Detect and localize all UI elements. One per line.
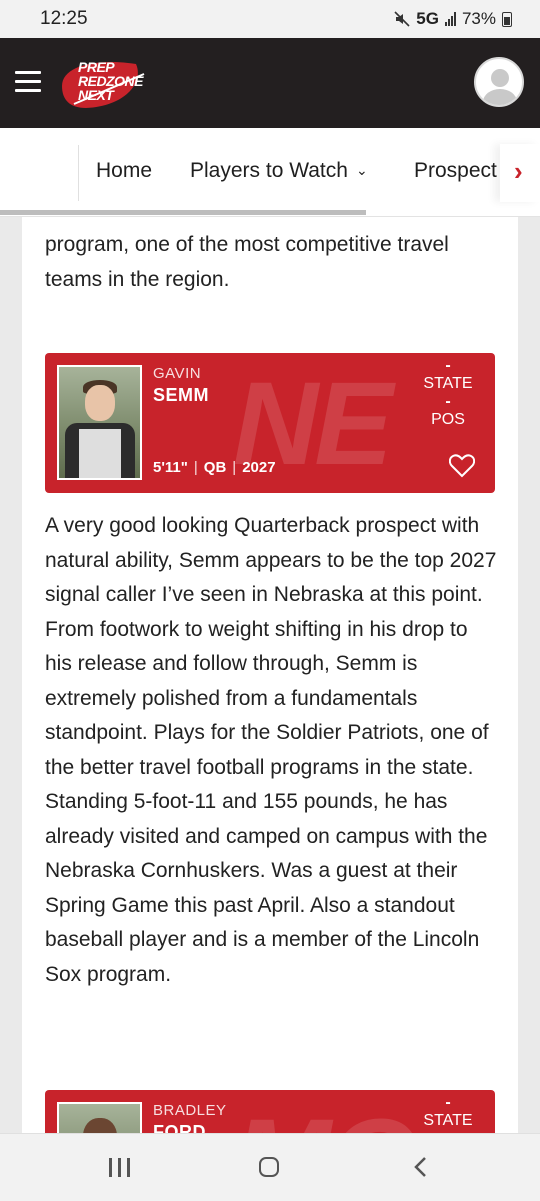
player-class: 2027 [242, 459, 276, 476]
status-bar: 12:25 5G 73% [0, 0, 540, 38]
intro-paragraph: program, one of the most competitive tra… [45, 233, 449, 291]
site-logo[interactable]: PREP REDZONE NEXT [56, 56, 148, 112]
player-first-name: BRADLEY [153, 1102, 227, 1119]
nav-item-players-to-watch[interactable]: Players to Watch ⌄ [190, 159, 368, 183]
logo-text: PREP REDZONE NEXT [78, 59, 143, 103]
player-height: 5'11" [153, 459, 188, 476]
chevron-down-icon: ⌄ [355, 162, 368, 178]
player-rank-info: - STATE - POS [413, 357, 483, 429]
battery-icon [502, 11, 512, 27]
player-last-name[interactable]: SEMM [153, 385, 209, 406]
recent-apps-icon[interactable] [109, 1158, 131, 1177]
nav-divider [78, 145, 79, 201]
article-content: program, one of the most competitive tra… [22, 217, 518, 1133]
state-rank-value: - [445, 1094, 451, 1111]
player-meta: 5'11" | QB | 2027 [153, 459, 276, 476]
state-rank-label: STATE [423, 1112, 473, 1129]
network-type: 5G [416, 9, 439, 28]
status-time: 12:25 [40, 8, 88, 29]
pos-rank-value: - [445, 393, 451, 410]
nav-item-prospect[interactable]: Prospect [414, 159, 502, 183]
mute-icon [394, 11, 410, 27]
nav-scroll-indicator [0, 210, 366, 215]
battery-percent: 73% [461, 9, 496, 28]
menu-icon[interactable] [15, 71, 41, 93]
state-watermark: MO [233, 1096, 419, 1133]
user-avatar[interactable] [474, 57, 524, 107]
player-photo [57, 1102, 142, 1133]
site-header: PREP REDZONE NEXT [0, 38, 540, 128]
player-position: QB [203, 459, 227, 476]
player-first-name: GAVIN [153, 365, 202, 382]
system-nav-bar [0, 1133, 540, 1201]
player-rank-info: - STATE [413, 1094, 483, 1130]
signal-icon [444, 12, 456, 26]
chevron-right-icon: › [514, 156, 523, 186]
state-rank-label: STATE [423, 375, 473, 392]
main-nav: Home Players to Watch ⌄ Prospect › [0, 128, 540, 217]
nav-next-button[interactable]: › [500, 144, 540, 202]
state-rank-value: - [445, 357, 451, 374]
back-icon[interactable] [412, 1156, 428, 1178]
nav-item-label: Players to Watch [190, 159, 348, 182]
player-card[interactable]: MO BRADLEY FORD - STATE [45, 1090, 495, 1133]
pos-rank-label: POS [431, 411, 465, 428]
player-photo [57, 365, 142, 480]
heart-icon[interactable] [449, 454, 475, 478]
player-last-name[interactable]: FORD [153, 1122, 206, 1133]
status-icons: 5G 73% [394, 9, 512, 29]
nav-item-home[interactable]: Home [96, 159, 152, 183]
home-icon[interactable] [259, 1157, 279, 1177]
player-card[interactable]: NE GAVIN SEMM 5'11" | QB | 2027 - STATE - PO… [45, 353, 495, 493]
player-writeup: A very good looking Quarterback prospect… [45, 514, 497, 986]
